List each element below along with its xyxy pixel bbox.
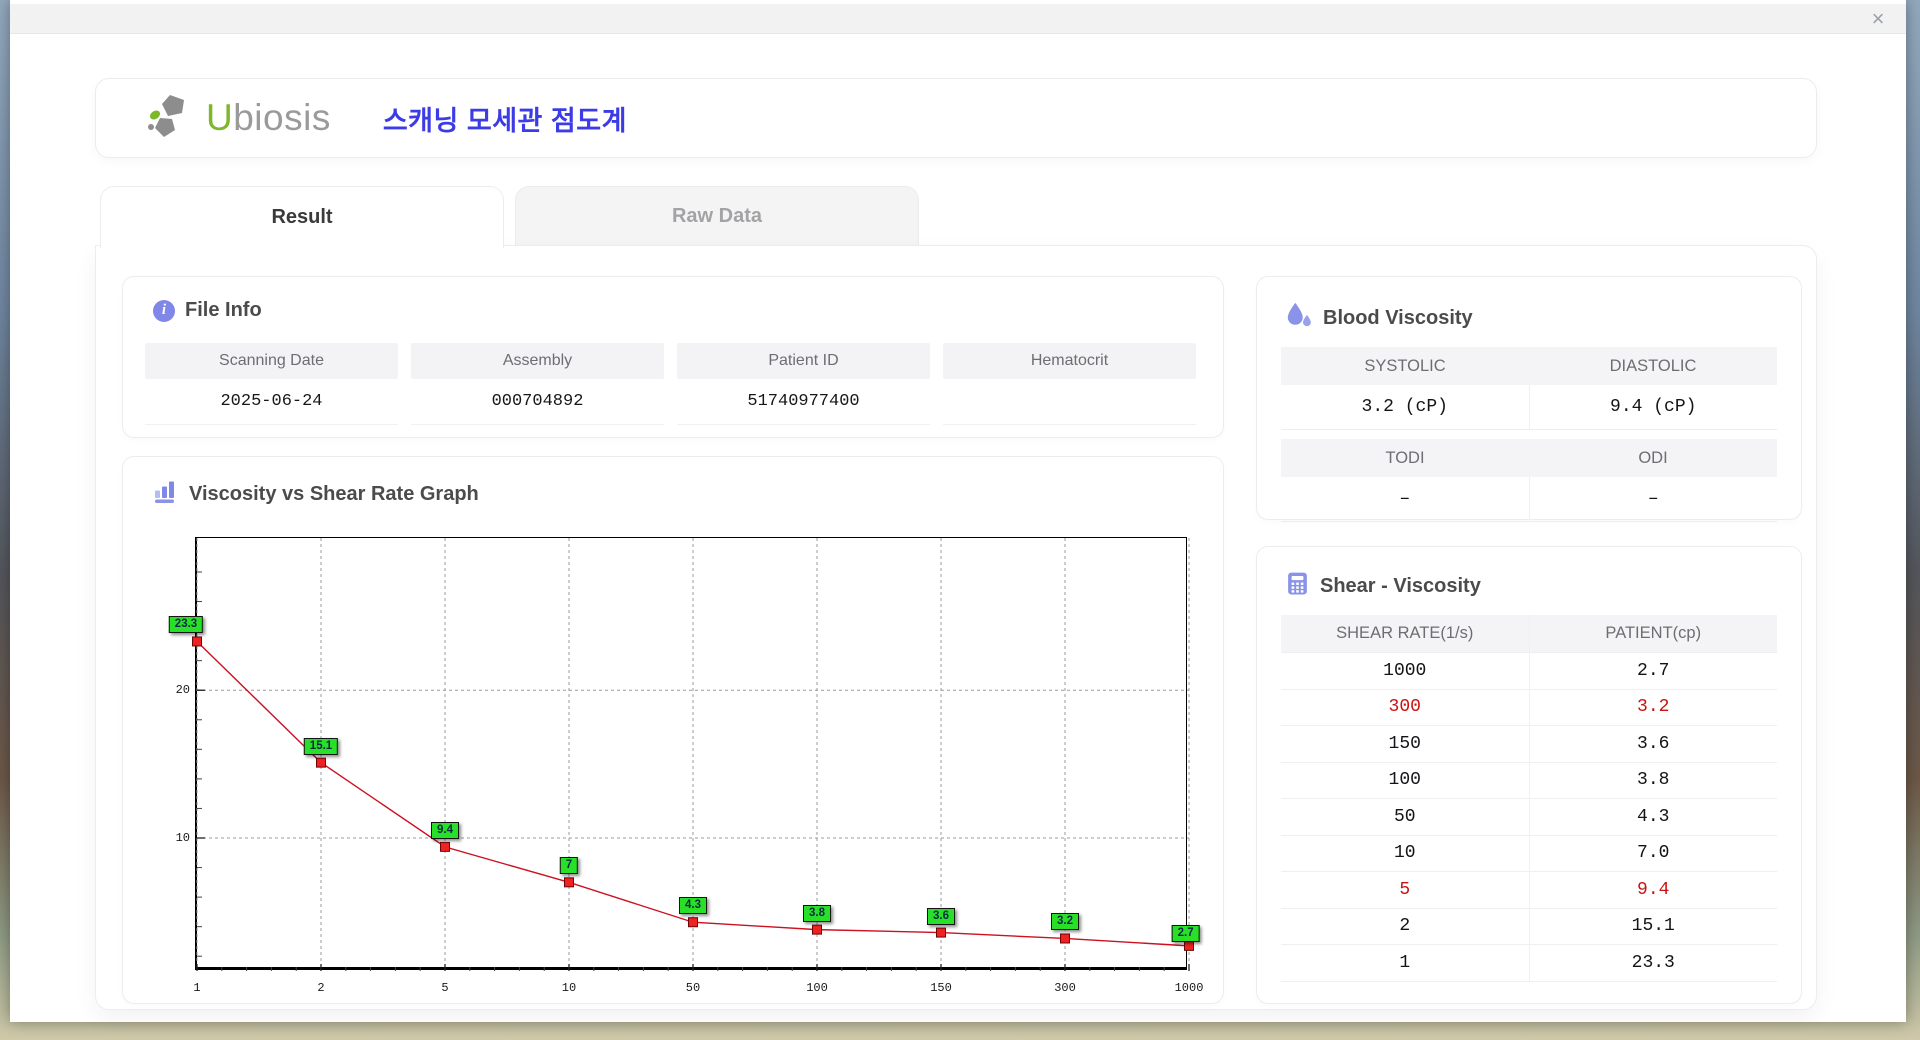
x-axis-tick-label: 2: [317, 981, 325, 995]
patient-cell: 2.7: [1528, 653, 1777, 690]
shear-rate-column-header: SHEAR RATE(1/s): [1281, 615, 1529, 653]
shear-rate-cell: 5: [1281, 872, 1529, 909]
graph-heading: Viscosity vs Shear Rate Graph: [189, 482, 479, 505]
data-point-label: 3.8: [803, 904, 831, 922]
shear-rate-cell: 10: [1281, 836, 1529, 872]
field-assembly: Assembly 000704892: [411, 343, 664, 425]
droplet-icon: [1285, 301, 1313, 335]
shear-viscosity-card: Shear - Viscosity SHEAR RATE(1/s) PATIEN…: [1256, 546, 1802, 1004]
y-axis-tick-label: 20: [175, 683, 190, 698]
blood-viscosity-heading: Blood Viscosity: [1323, 306, 1473, 329]
data-point-label: 2.7: [1171, 924, 1200, 942]
x-axis-tick-label: 1000: [1174, 981, 1204, 995]
x-axis-tick-label: 100: [806, 981, 828, 995]
patient-cell: 7.0: [1528, 835, 1777, 872]
x-axis-tick-label: 10: [561, 981, 577, 995]
table-row: 100 3.8: [1281, 762, 1777, 799]
systolic-value: 3.2 (cP): [1281, 385, 1529, 430]
ubiosis-logo: Ubiosis: [146, 93, 331, 144]
table-row: 50 4.3: [1281, 799, 1777, 836]
y-axis-tick-label: 10: [175, 830, 190, 845]
page-title: 스캐닝 모세관 점도계: [382, 105, 627, 136]
file-info-fields: Scanning Date 2025-06-24 Assembly 000704…: [145, 343, 1196, 425]
x-axis-tick-label: 50: [685, 981, 701, 995]
todi-value: –: [1281, 477, 1529, 522]
patient-cell: 9.4: [1528, 872, 1777, 909]
shear-rate-cell: 1000: [1281, 653, 1529, 690]
calculator-icon: [1285, 571, 1310, 602]
patient-cell: 3.2: [1528, 689, 1777, 726]
file-info-card: i File Info Scanning Date 2025-06-24 Ass…: [122, 276, 1224, 438]
diastolic-value: 9.4 (cP): [1528, 385, 1777, 430]
data-point-label: 3.6: [927, 907, 955, 925]
header-card: Ubiosis 스캐닝 모세관 점도계: [95, 78, 1817, 158]
table-row: 1 23.3: [1281, 945, 1777, 982]
x-axis-tick-label: 150: [930, 981, 952, 995]
ubiosis-leaf-icon: [146, 93, 200, 144]
x-axis-tick-label: 1: [193, 981, 201, 995]
field-scanning-date: Scanning Date 2025-06-24: [145, 343, 398, 425]
shear-viscosity-heading: Shear - Viscosity: [1320, 575, 1481, 597]
titlebar: ×: [10, 4, 1906, 34]
patient-cell: 23.3: [1528, 945, 1777, 982]
data-point-label: 15.1: [303, 737, 339, 755]
bar-chart-icon: [153, 479, 179, 509]
logo-text: Ubiosis: [206, 97, 331, 138]
app-window: × Ubiosis 스캐닝 모세관 점도계 Result Raw Data i …: [10, 0, 1906, 1022]
data-point-label: 4.3: [679, 897, 707, 915]
main-panel: i File Info Scanning Date 2025-06-24 Ass…: [95, 245, 1817, 1010]
table-row: 5 9.4: [1281, 872, 1777, 909]
patient-cell: 3.6: [1528, 726, 1777, 763]
todi-label: TODI: [1281, 439, 1529, 477]
odi-label: ODI: [1529, 439, 1777, 477]
blood-viscosity-card: Blood Viscosity SYSTOLIC DIASTOLIC 3.2 (…: [1256, 276, 1802, 522]
tab-result[interactable]: Result: [100, 186, 504, 248]
graph-card: Viscosity vs Shear Rate Graph 23.3 15.1 9.…: [122, 456, 1224, 1004]
shear-viscosity-table: SHEAR RATE(1/s) PATIENT(cp) 1000 2.7 300…: [1281, 615, 1777, 982]
odi-value: –: [1528, 477, 1777, 522]
blood-viscosity-table: SYSTOLIC DIASTOLIC 3.2 (cP) 9.4 (cP) TOD…: [1281, 347, 1777, 522]
patient-cell: 4.3: [1528, 799, 1777, 836]
table-row: 2 15.1: [1281, 908, 1777, 945]
patient-column-header: PATIENT(cp): [1528, 615, 1777, 653]
systolic-label: SYSTOLIC: [1281, 347, 1529, 385]
info-icon: i: [153, 299, 175, 322]
close-button[interactable]: ×: [1864, 5, 1892, 33]
shear-rate-cell: 300: [1281, 690, 1529, 726]
shear-rate-cell: 1: [1281, 945, 1529, 982]
table-row: 300 3.2: [1281, 689, 1777, 726]
data-point-label: 3.2: [1051, 913, 1079, 931]
data-point-label: 9.4: [431, 821, 459, 839]
shear-rate-cell: 2: [1281, 909, 1529, 945]
table-row: 1000 2.7: [1281, 653, 1777, 690]
shear-rate-cell: 150: [1281, 726, 1529, 763]
patient-cell: 3.8: [1528, 762, 1777, 799]
tab-raw-data[interactable]: Raw Data: [515, 186, 919, 246]
table-row: 10 7.0: [1281, 835, 1777, 872]
field-patient-id: Patient ID 51740977400: [677, 343, 930, 425]
file-info-heading: File Info: [185, 299, 262, 321]
plot-area: 23.3 15.1 9.4 7 4.3 3.8 3.6 3.2 2.7 1 2 5 10 50 100 150…: [168, 537, 1203, 995]
shear-rate-cell: 100: [1281, 763, 1529, 799]
x-axis-tick-label: 5: [441, 981, 449, 995]
patient-cell: 15.1: [1528, 908, 1777, 945]
shear-rate-cell: 50: [1281, 799, 1529, 836]
data-point-label: 23.3: [168, 616, 204, 634]
table-row: 150 3.6: [1281, 726, 1777, 763]
data-point-label: 7: [559, 857, 579, 875]
field-hematocrit: Hematocrit: [943, 343, 1196, 425]
x-axis-tick-label: 300: [1054, 981, 1076, 995]
diastolic-label: DIASTOLIC: [1529, 347, 1777, 385]
